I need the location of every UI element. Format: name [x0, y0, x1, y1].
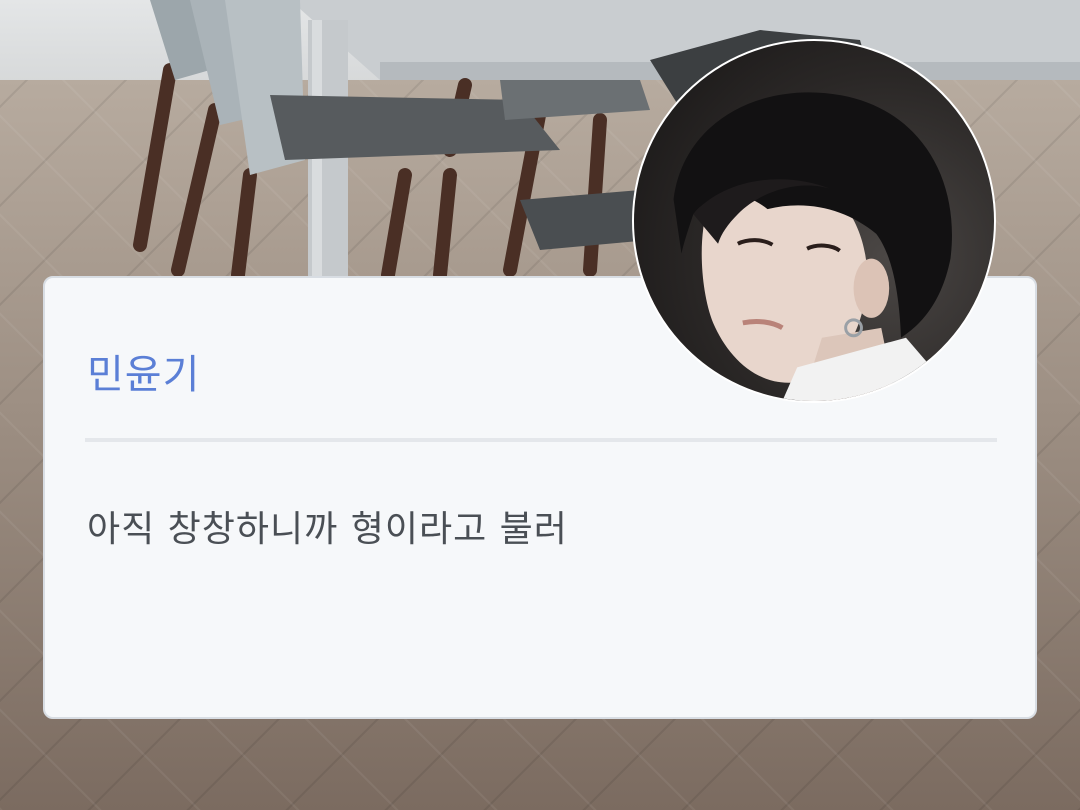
screen: 민윤기 아직 창창하니까 형이라고 불러: [0, 0, 1080, 810]
profile-name: 민윤기: [87, 352, 201, 398]
profile-message: 아직 창창하니까 형이라고 불러: [87, 509, 568, 550]
card-divider: [85, 438, 997, 442]
avatar-photo: [673, 92, 961, 401]
profile-avatar[interactable]: [632, 39, 996, 403]
